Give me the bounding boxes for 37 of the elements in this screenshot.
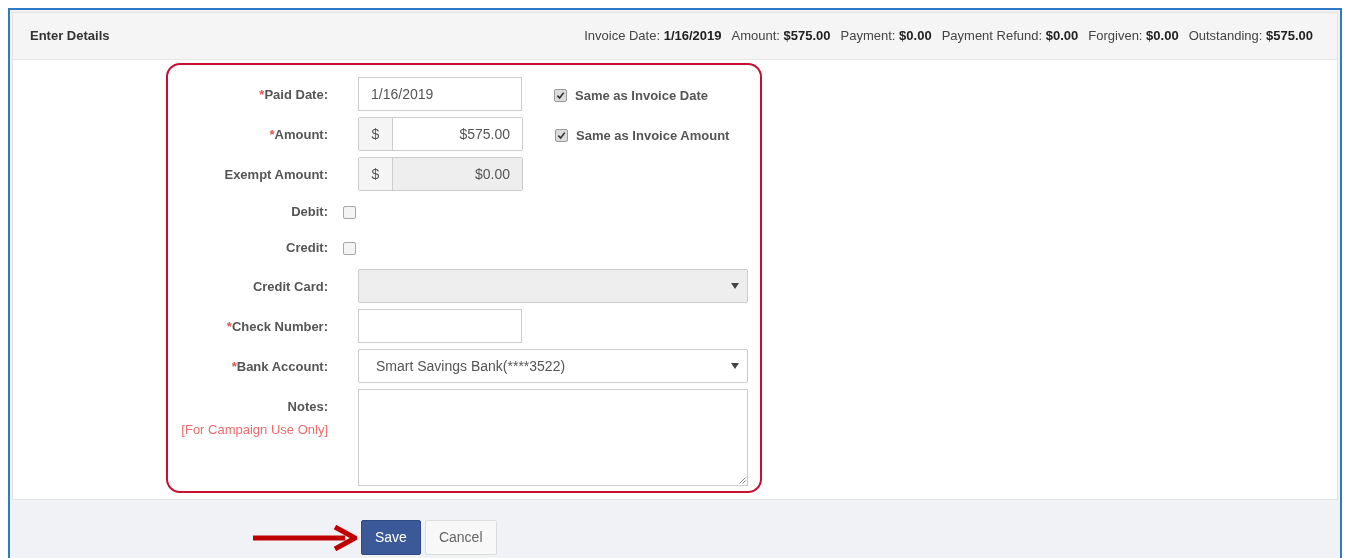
field-label: Debit: bbox=[291, 203, 328, 222]
caret-icon bbox=[731, 363, 739, 369]
panel-title: Enter Details bbox=[30, 27, 110, 46]
summary-item: Outstanding: $575.00 bbox=[1188, 27, 1313, 46]
field-label: Credit: bbox=[286, 239, 328, 258]
resize-handle-icon bbox=[739, 477, 746, 484]
checkbox[interactable] bbox=[555, 129, 568, 143]
checkbox[interactable] bbox=[554, 89, 567, 103]
checkmark-icon bbox=[557, 131, 566, 141]
currency-addon: $ bbox=[359, 158, 393, 190]
checkbox[interactable] bbox=[343, 241, 356, 255]
save-button[interactable]: Save bbox=[361, 520, 421, 555]
field-label: *Paid Date: bbox=[259, 86, 328, 104]
field-label: Notes: bbox=[287, 398, 328, 416]
field-label: Credit Card: bbox=[252, 278, 328, 296]
checkmark-icon bbox=[556, 91, 565, 101]
amount-field[interactable]: $ $575.00 bbox=[358, 117, 523, 151]
dropdown[interactable]: Smart Savings Bank(****3522) bbox=[358, 349, 748, 383]
field-label: *Check Number: bbox=[226, 318, 328, 336]
caret-icon bbox=[731, 283, 739, 289]
checkbox-label: Same as Invoice Date bbox=[575, 87, 708, 105]
field-note: [For Campaign Use Only] bbox=[181, 420, 328, 439]
cancel-button[interactable]: Cancel bbox=[424, 520, 497, 555]
field-label: Exempt Amount: bbox=[224, 166, 328, 184]
currency-addon: $ bbox=[359, 118, 393, 150]
summary-item: Amount: $575.00 bbox=[731, 27, 831, 46]
notes-field[interactable] bbox=[358, 389, 748, 486]
field-label: *Bank Account: bbox=[231, 358, 328, 376]
summary-item: Payment: $0.00 bbox=[840, 27, 932, 46]
text-field[interactable] bbox=[358, 309, 522, 343]
summary-item: Forgiven: $0.00 bbox=[1088, 27, 1179, 46]
checkbox-label: Same as Invoice Amount bbox=[576, 127, 730, 145]
text-field[interactable]: 1/16/2019 bbox=[358, 77, 522, 111]
summary-item: Payment Refund: $0.00 bbox=[941, 27, 1079, 46]
field-label: *Amount: bbox=[269, 126, 328, 144]
summary-item: Invoice Date: 1/16/2019 bbox=[584, 27, 722, 46]
checkbox[interactable] bbox=[343, 205, 356, 219]
